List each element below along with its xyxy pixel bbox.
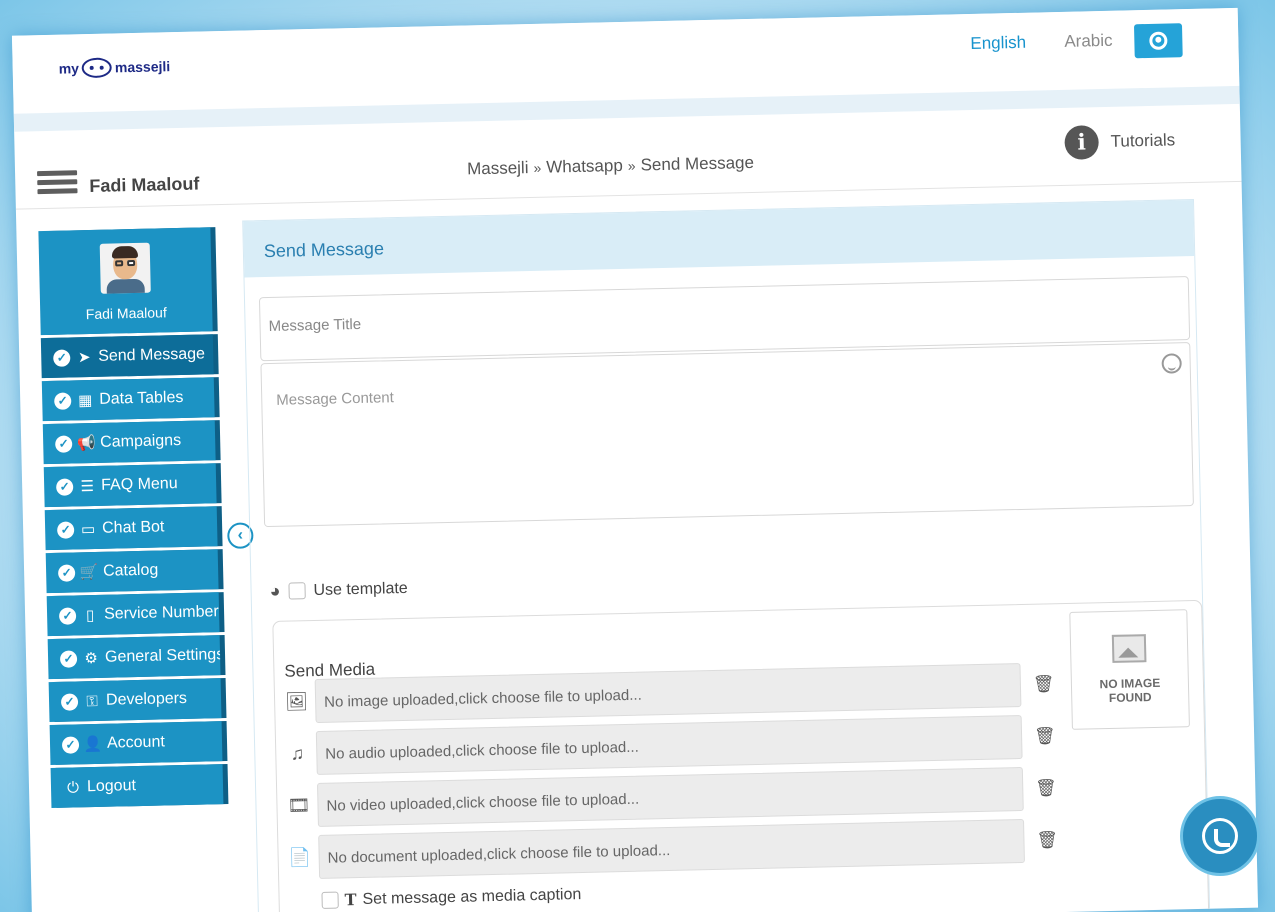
message-content-textarea[interactable]: Message Content [260,342,1194,528]
app-window: my massejli English Arabic Fadi Maalouf … [11,7,1259,912]
use-template-label: Use template [313,579,408,599]
image-icon: 🖼 [284,690,309,712]
user-menu-button[interactable] [1133,23,1183,59]
whatsapp-chat-button[interactable] [1180,796,1260,876]
media-caption-row: T Set message as media caption [321,885,581,910]
check-circle-icon: ✓ [54,391,72,410]
language-english-link[interactable]: English [970,33,1026,54]
cogs-icon: ⚙ [84,649,99,668]
tutorials-label: Tutorials [1110,130,1176,151]
power-icon: ⏻ [66,778,80,797]
sidebar-item-label: General Settings [104,646,221,666]
profile-name: Fadi Maalouf [85,304,167,323]
trash-icon[interactable]: 🗑 [1033,674,1055,694]
check-circle-icon: ✓ [55,434,73,453]
paper-plane-icon: ➤ [77,349,91,367]
table-icon: ▦ [77,392,93,410]
sidebar-item-developers[interactable]: ✓ ⚿ Developers [48,678,222,723]
file-icon: 📄 [288,846,312,868]
film-icon: 🎞 [287,794,311,816]
sidebar-item-general-settings[interactable]: ✓ ⚙ General Settings [47,635,221,680]
trash-icon[interactable]: 🗑 [1034,726,1056,746]
breadcrumb-whatsapp[interactable]: Whatsapp [546,156,623,177]
no-image-line1: NO IMAGE [1099,675,1161,692]
sidebar-item-label: Catalog [102,561,159,580]
check-circle-icon: ✓ [57,563,76,582]
sidebar-profile: Fadi Maalouf [38,227,213,336]
tutorials-link[interactable]: i Tutorials [1064,123,1176,160]
hamburger-menu-icon[interactable] [37,170,78,201]
trash-icon[interactable]: 🗑 [1035,778,1057,798]
media-caption-label: Set message as media caption [362,885,582,908]
sidebar-item-faq-menu[interactable]: ✓ ☰ FAQ Menu [43,463,217,508]
sidebar-item-label: Campaigns [99,431,182,451]
logo[interactable]: my massejli [58,56,170,79]
sidebar-item-account[interactable]: ✓ 👤 Account [49,721,223,766]
trash-icon[interactable]: 🗑 [1036,830,1058,850]
logo-text-massejli: massejli [114,58,171,76]
image-placeholder-icon [1111,634,1147,663]
logo-text-my: my [58,60,80,77]
user-circle-icon [1149,31,1168,50]
panel-title: Send Message [243,199,1195,278]
language-arabic-link[interactable]: Arabic [1064,31,1113,52]
text-height-icon: T [344,890,357,910]
no-image-line2: FOUND [1108,690,1152,706]
check-circle-icon: ✓ [58,606,77,625]
cart-icon: 🛒 [79,563,99,582]
info-icon: i [1064,125,1100,160]
sidebar-item-data-tables[interactable]: ✓ ▦ Data Tables [41,377,215,422]
dashboard-icon: ◕ [269,580,281,602]
message-content-placeholder: Message Content [276,389,395,409]
breadcrumb-current: Send Message [640,152,755,175]
send-media-section: Send Media 🖼 No image uploaded,click choo… [272,599,1210,912]
sidebar-item-label: Logout [86,777,137,796]
sidebar-item-service-number[interactable]: ✓ ▯ Service Number [46,592,220,637]
sidebar-item-campaigns[interactable]: ✓ 📢 Campaigns [42,420,216,465]
breadcrumb: Massejli» Whatsapp» Send Message [466,152,755,179]
list-icon: ☰ [80,477,95,496]
mobile-icon: ▯ [85,607,95,625]
no-image-preview: NO IMAGE FOUND [1069,609,1190,730]
sidebar-item-chat-bot[interactable]: ✓ ▭ Chat Bot [44,506,218,551]
user-icon: 👤 [83,735,103,754]
sidebar-item-send-message[interactable]: ✓ ➤ Send Message [40,334,214,379]
sidebar-item-label: Account [106,733,166,752]
check-circle-icon: ✓ [60,692,79,711]
use-template-row: ◕ Use template [269,578,408,602]
check-circle-icon: ✓ [59,649,78,668]
sidebar-item-label: FAQ Menu [100,475,178,494]
use-template-checkbox[interactable] [288,582,306,600]
chat-bubble-icon [81,57,113,79]
sidebar-item-label: Chat Bot [101,518,165,537]
breadcrumb-massejli[interactable]: Massejli [467,158,529,178]
whatsapp-icon [1202,818,1238,854]
check-circle-icon: ✓ [61,735,80,754]
sidebar-item-label: Data Tables [99,388,184,408]
check-circle-icon: ✓ [53,348,71,367]
header-user-name: Fadi Maalouf [89,173,200,197]
check-circle-icon: ✓ [56,520,75,539]
sidebar-item-label: Service Number [103,603,219,623]
bullhorn-icon: 📢 [76,434,96,453]
check-circle-icon: ✓ [55,477,74,496]
sidebar-item-label: Developers [105,689,188,709]
sidebar-item-catalog[interactable]: ✓ 🛒 Catalog [45,549,219,594]
sidebar: Fadi Maalouf ✓ ➤ Send Message ✓ ▦ Data Tables… [38,227,224,809]
key-icon: ⚿ [86,692,98,710]
sidebar-item-logout[interactable]: ⏻ Logout [50,764,224,809]
media-caption-checkbox[interactable] [321,891,339,909]
laptop-icon: ▭ [80,520,96,539]
music-icon: ♫ [290,742,305,764]
media-file-field[interactable]: No document uploaded,click choose file t… [318,818,1025,879]
sidebar-item-label: Send Message [98,345,206,365]
avatar [99,242,151,294]
send-message-panel: Send Message Message Title Message Conte… [242,198,1211,912]
emoji-picker-icon[interactable] [1161,353,1182,374]
